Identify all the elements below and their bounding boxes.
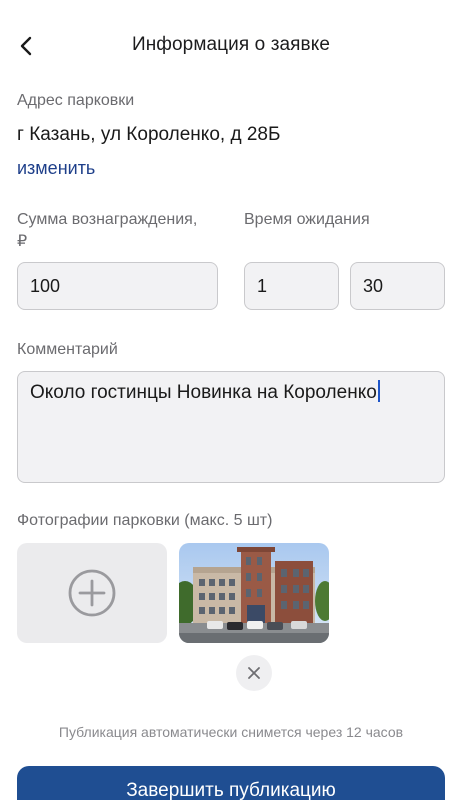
address-label: Адрес парковки: [17, 92, 135, 109]
close-icon: [248, 667, 260, 679]
photos-label: Фотографии парковки (макс. 5 шт): [17, 512, 273, 529]
wait-minutes-value: 30: [363, 275, 384, 296]
comment-input[interactable]: Около гостинцы Новинка на Короленко: [17, 371, 445, 483]
comment-value: Около гостинцы Новинка на Короленко: [30, 382, 377, 403]
add-photo-button[interactable]: [17, 543, 167, 643]
header: Информация о заявке: [0, 0, 462, 90]
change-address-link[interactable]: изменить: [17, 158, 95, 179]
text-cursor: [377, 380, 380, 402]
reward-value: 100: [30, 275, 61, 296]
wait-time-label: Время ожидания: [244, 211, 370, 228]
parking-photo[interactable]: [179, 543, 329, 643]
auto-removal-notice: Публикация автоматически снимется через …: [58, 724, 404, 740]
address-value: г Казань, ул Короленко, д 28Б: [17, 124, 281, 145]
wait-minutes-input[interactable]: 30: [350, 262, 445, 310]
reward-input[interactable]: 100: [17, 262, 218, 310]
wait-hours-input[interactable]: 1: [244, 262, 339, 310]
comment-label: Комментарий: [17, 341, 118, 358]
page-title: Информация о заявке: [131, 34, 331, 55]
parking-photo-image: [179, 543, 329, 643]
remove-photo-button[interactable]: [236, 655, 272, 691]
reward-label: Сумма вознаграждения, ₽: [17, 211, 198, 250]
wait-hours-value: 1: [257, 275, 268, 296]
finish-publication-button[interactable]: Завершить публикацию: [17, 766, 445, 800]
finish-publication-label: Завершить публикацию: [126, 780, 336, 800]
plus-circle-icon: [68, 569, 116, 617]
